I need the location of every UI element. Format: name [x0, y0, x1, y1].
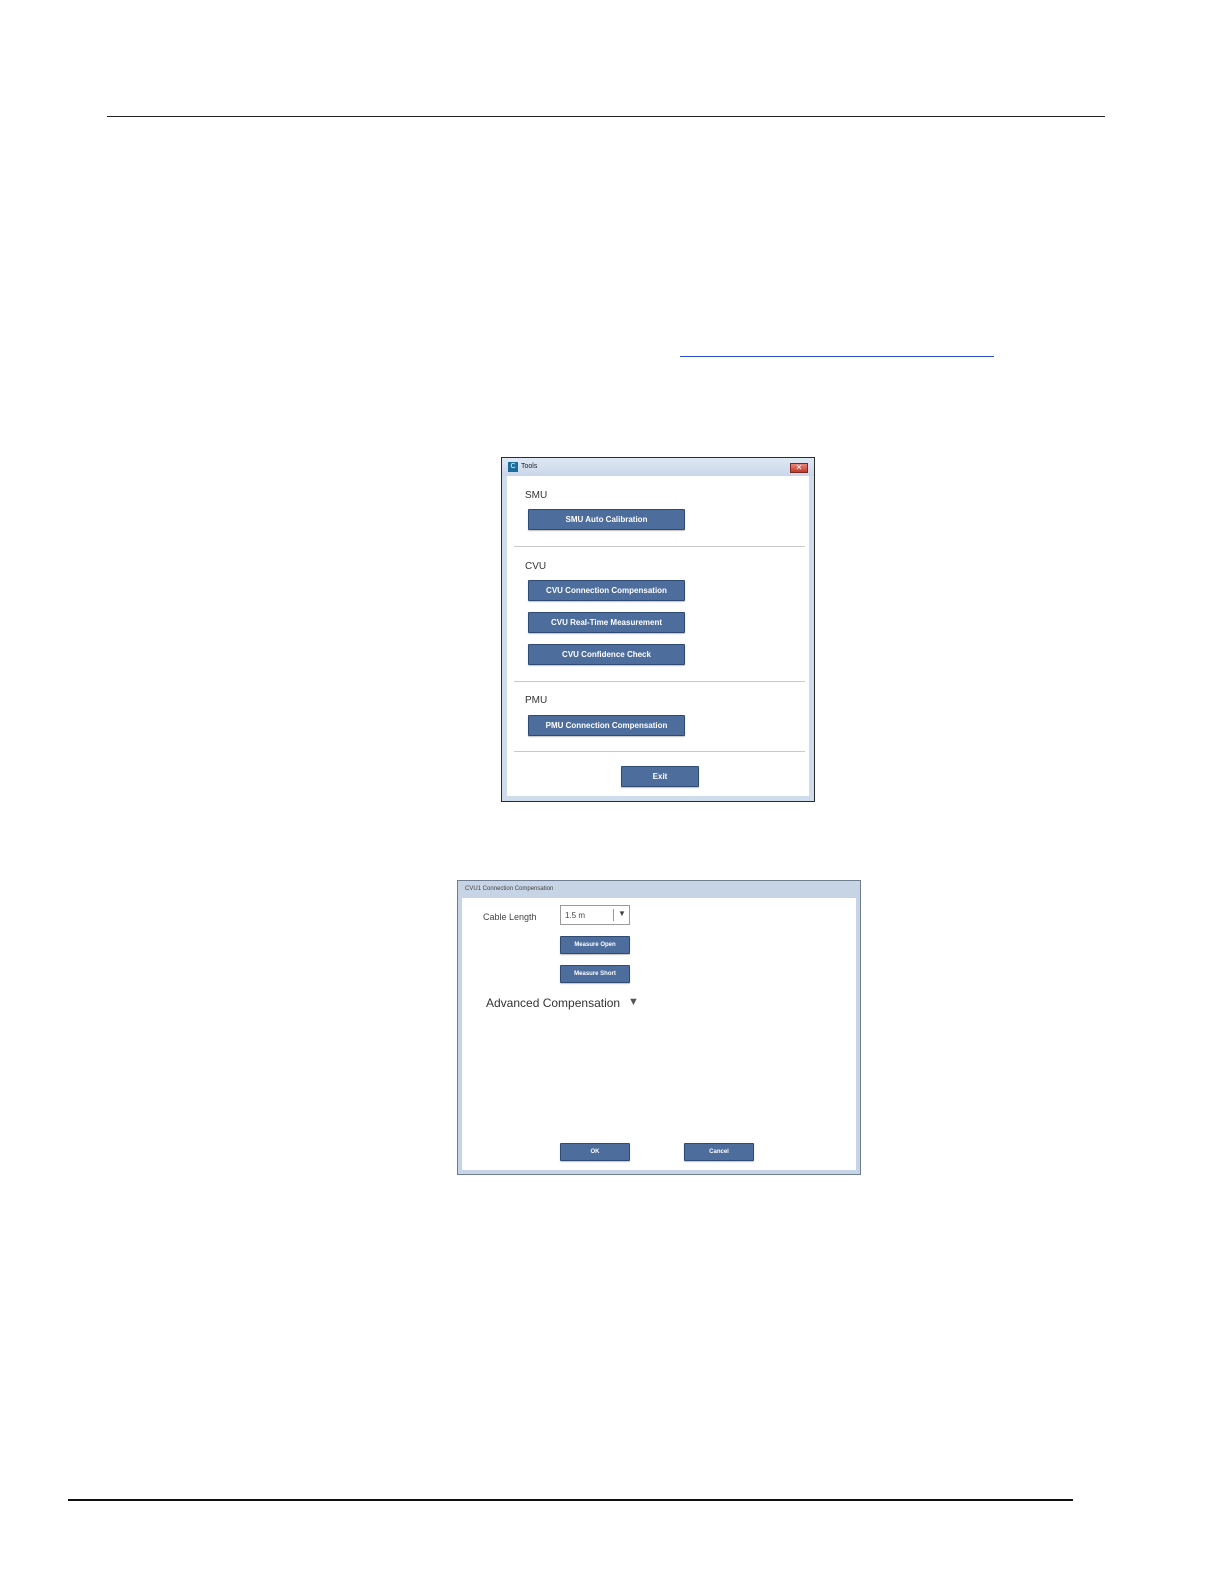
tools-titlebar[interactable]: C Tools ✕: [502, 458, 814, 476]
smu-section-label: SMU: [525, 490, 548, 501]
pmu-section-label: PMU: [525, 695, 548, 706]
section-divider: [514, 546, 805, 547]
cvu-connection-compensation-button[interactable]: CVU Connection Compensation: [528, 580, 685, 601]
section-divider: [514, 681, 805, 682]
app-icon: C: [508, 462, 518, 472]
hyperlink-underline[interactable]: [680, 356, 994, 357]
cable-length-value: 1.5 m: [565, 911, 586, 920]
pmu-connection-compensation-button[interactable]: PMU Connection Compensation: [528, 715, 685, 736]
smu-auto-calibration-button[interactable]: SMU Auto Calibration: [528, 509, 685, 530]
cvu-confidence-check-button[interactable]: CVU Confidence Check: [528, 644, 685, 665]
footer-rule: [68, 1499, 1073, 1501]
expand-arrow-icon[interactable]: ▼: [628, 996, 639, 1008]
cable-length-label: Cable Length: [483, 912, 537, 922]
cvu-compensation-dialog: CVU1 Connection Compensation Cable Lengt…: [457, 880, 861, 1175]
tools-dialog-body: SMU SMU Auto Calibration CVU CVU Connect…: [507, 476, 809, 796]
section-divider: [514, 751, 805, 752]
ok-button[interactable]: OK: [560, 1143, 630, 1161]
chevron-down-icon[interactable]: ▼: [618, 909, 626, 918]
cvu-section-label: CVU: [525, 561, 547, 572]
tools-dialog-title: Tools: [521, 463, 538, 470]
measure-open-button[interactable]: Measure Open: [560, 936, 630, 954]
select-divider: [613, 909, 614, 921]
advanced-compensation-toggle[interactable]: Advanced Compensation: [486, 996, 620, 1010]
cancel-button[interactable]: Cancel: [684, 1143, 754, 1161]
measure-short-button[interactable]: Measure Short: [560, 965, 630, 983]
cvu-dialog-body: Cable Length 1.5 m ▼ Measure Open Measur…: [462, 898, 856, 1170]
cable-length-select[interactable]: 1.5 m ▼: [560, 905, 630, 925]
cvu-real-time-measurement-button[interactable]: CVU Real-Time Measurement: [528, 612, 685, 633]
exit-button[interactable]: Exit: [621, 766, 699, 787]
tools-dialog: C Tools ✕ SMU SMU Auto Calibration CVU C…: [501, 457, 815, 802]
cvu-dialog-title: CVU1 Connection Compensation: [465, 886, 554, 892]
header-rule: [107, 116, 1105, 117]
close-icon[interactable]: ✕: [790, 463, 808, 473]
